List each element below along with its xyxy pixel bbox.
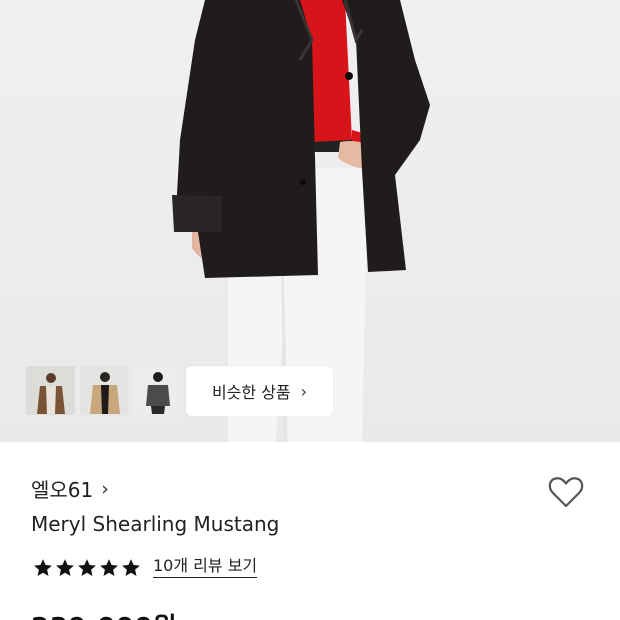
similar-products-button[interactable]: 비슷한 상품 › <box>186 366 333 416</box>
star-filled-icon <box>34 558 52 576</box>
star-filled-icon <box>122 558 140 576</box>
thumbnail-2[interactable] <box>80 366 129 415</box>
thumbnail-photo-1 <box>26 366 75 415</box>
product-image[interactable]: 비슷한 상품 › <box>0 0 620 442</box>
star-rating <box>33 558 141 578</box>
chevron-right-icon: › <box>300 381 308 401</box>
thumbnail-strip <box>26 366 183 415</box>
star-filled-icon <box>78 558 96 576</box>
review-link[interactable]: 10개 리뷰 보기 <box>153 557 258 578</box>
heart-outline-icon[interactable] <box>546 472 586 512</box>
thumbnail-3[interactable] <box>134 366 183 415</box>
rating-row: 10개 리뷰 보기 <box>33 557 258 578</box>
similar-products-label: 비슷한 상품 <box>211 383 291 402</box>
thumbnail-photo-3 <box>134 366 183 415</box>
brand-name: 엘오61 <box>31 478 94 502</box>
chevron-right-icon: › <box>101 477 109 500</box>
thumbnail-photo-2 <box>80 366 129 415</box>
star-filled-icon <box>56 558 74 576</box>
brand-link[interactable]: 엘오61 › <box>31 474 109 503</box>
thumbnail-1[interactable] <box>26 366 75 415</box>
star-filled-icon <box>100 558 118 576</box>
product-price: 239,000원 <box>31 607 177 620</box>
product-title: Meryl Shearling Mustang <box>31 512 280 536</box>
